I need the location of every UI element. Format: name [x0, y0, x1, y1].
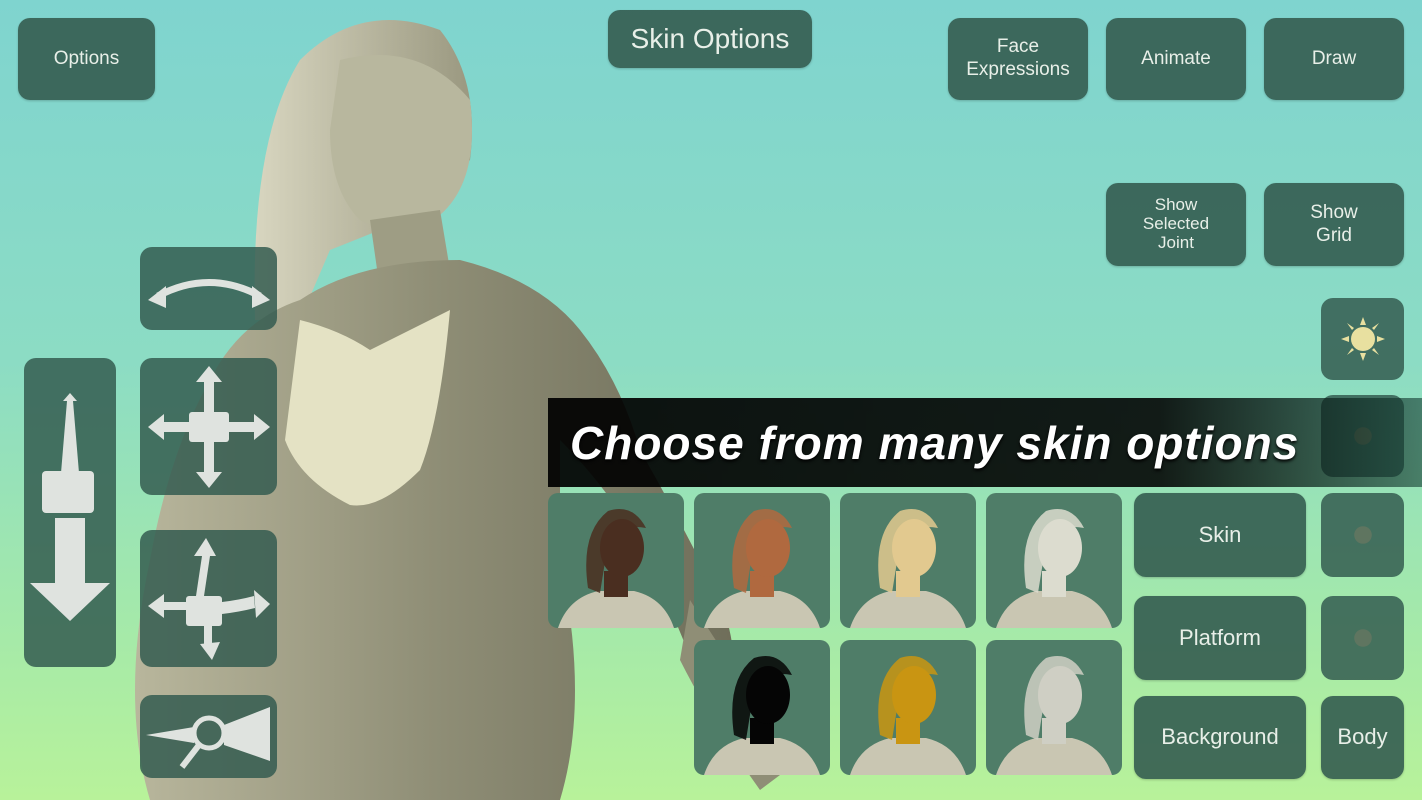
light-button[interactable] — [1321, 298, 1404, 380]
head-portrait-icon — [850, 509, 966, 628]
face-expressions-button[interactable]: Face Expressions — [948, 18, 1088, 100]
pan-camera-control[interactable] — [140, 358, 277, 495]
dim-sun-icon — [1353, 629, 1372, 647]
page-title-skin-options[interactable]: Skin Options — [608, 10, 812, 68]
dolly-camera-control[interactable] — [24, 358, 116, 667]
body-button[interactable]: Body — [1321, 696, 1404, 779]
skin-swatch-tan[interactable] — [694, 493, 830, 628]
sun-icon — [1340, 317, 1385, 361]
head-portrait-icon — [996, 509, 1112, 628]
head-portrait-icon — [704, 509, 820, 628]
orbit-arrows-icon — [147, 537, 270, 660]
skin-swatch-light[interactable] — [840, 493, 976, 628]
orbit-camera-control[interactable] — [140, 530, 277, 667]
skin-swatch-gold[interactable] — [840, 640, 976, 775]
head-portrait-icon — [558, 509, 674, 628]
rotate-camera-control[interactable] — [140, 247, 277, 330]
rotate-arrow-icon — [147, 278, 270, 308]
skin-swatch-silver[interactable] — [986, 640, 1122, 775]
dim-sun-icon — [1353, 526, 1372, 544]
background-button[interactable]: Background — [1134, 696, 1306, 779]
skin-swatch-pale[interactable] — [986, 493, 1122, 628]
banner-text: Choose from many skin options — [570, 416, 1300, 469]
head-portrait-icon — [704, 656, 820, 775]
zoom-magnifier-icon — [145, 706, 270, 769]
dolly-arrow-icon — [30, 392, 110, 621]
skin-light-button[interactable] — [1321, 493, 1404, 577]
platform-light-button[interactable] — [1321, 596, 1404, 680]
promo-banner: Choose from many skin options — [548, 398, 1422, 487]
skin-swatch-black[interactable] — [694, 640, 830, 775]
skin-swatch-dark[interactable] — [548, 493, 684, 628]
pan-arrows-icon — [147, 365, 270, 488]
head-portrait-icon — [996, 656, 1112, 775]
head-portrait-icon — [850, 656, 966, 775]
draw-button[interactable]: Draw — [1264, 18, 1404, 100]
platform-button[interactable]: Platform — [1134, 596, 1306, 680]
animate-button[interactable]: Animate — [1106, 18, 1246, 100]
show-selected-joint-button[interactable]: Show Selected Joint — [1106, 183, 1246, 266]
zoom-camera-control[interactable] — [140, 695, 277, 778]
show-grid-button[interactable]: Show Grid — [1264, 183, 1404, 266]
skin-button[interactable]: Skin — [1134, 493, 1306, 577]
options-button[interactable]: Options — [18, 18, 155, 100]
